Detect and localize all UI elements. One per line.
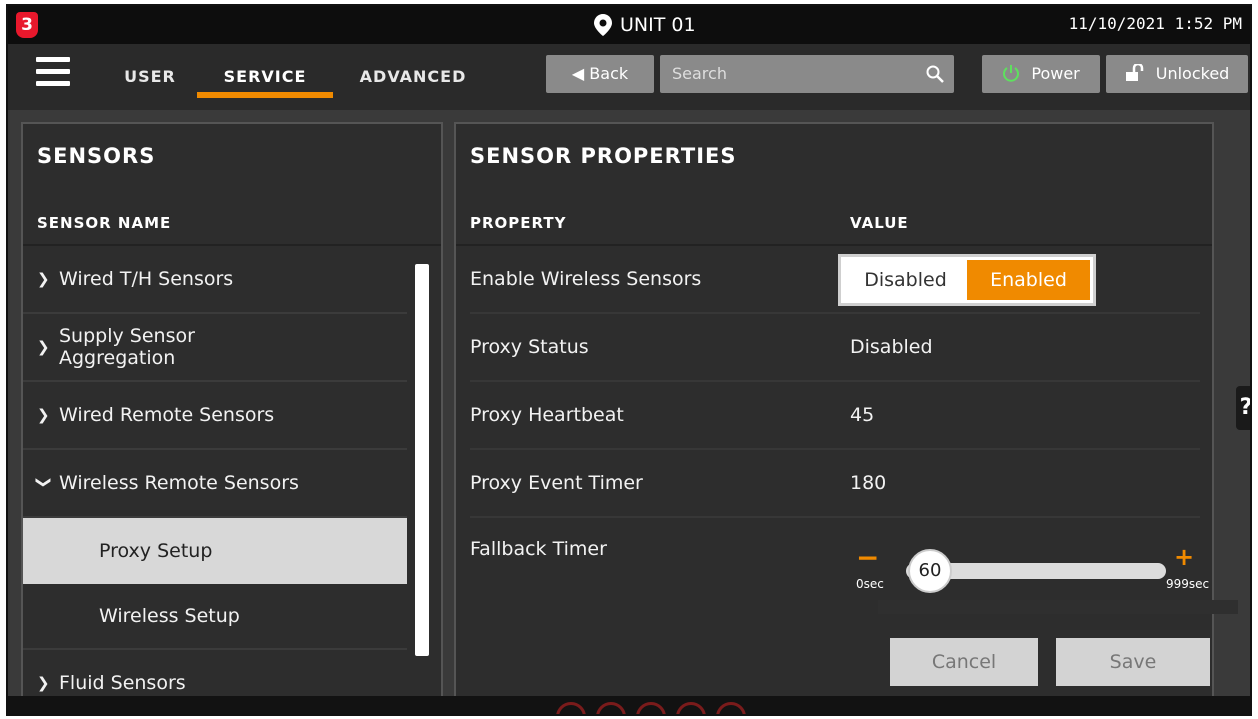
chevron-down-icon: ❯ <box>35 476 53 489</box>
sensor-group-label: Wired T/H Sensors <box>59 268 234 290</box>
slider-max-label: 999sec <box>1166 577 1210 591</box>
sensor-group-wired-remote[interactable]: ❯ Wired Remote Sensors <box>23 382 407 450</box>
lock-button[interactable]: Unlocked <box>1106 55 1248 93</box>
property-name: Proxy Heartbeat <box>470 404 624 426</box>
property-row-proxy-heartbeat: Proxy Heartbeat 45 <box>470 382 1200 450</box>
properties-panel-title: SENSOR PROPERTIES <box>470 144 737 168</box>
unlocked-padlock-icon <box>1125 62 1143 81</box>
property-name: Fallback Timer <box>470 538 607 560</box>
back-arrow-icon: ◀ <box>571 64 585 83</box>
app-screen: 3 UNIT 01 11/10/2021 1:52 PM USER SERVIC… <box>6 4 1252 716</box>
sensor-list: ❯ Wired T/H Sensors ❯ Supply Sensor Aggre… <box>23 246 407 696</box>
property-column-header: PROPERTY <box>470 214 567 232</box>
toggle-option-enabled[interactable]: Enabled <box>967 260 1090 300</box>
datetime-display: 11/10/2021 1:52 PM <box>1068 14 1242 33</box>
tab-service[interactable]: SERVICE <box>197 58 333 98</box>
property-name: Enable Wireless Sensors <box>470 268 702 290</box>
sensor-group-label: Fluid Sensors <box>59 672 186 694</box>
status-bar: 3 UNIT 01 11/10/2021 1:52 PM <box>8 6 1250 44</box>
property-value: 45 <box>850 404 875 426</box>
fallback-timer-slider[interactable]: − 60 + 0sec 999sec <box>856 541 1209 599</box>
brand-logo: 3 <box>16 12 38 38</box>
sensors-panel-title: SENSORS <box>37 144 156 168</box>
unit-label: UNIT 01 <box>620 14 696 36</box>
page-indicator <box>556 702 746 714</box>
power-icon <box>1003 65 1020 82</box>
slider-thumb[interactable]: 60 <box>908 549 952 593</box>
sensor-group-label: Wireless Remote Sensors <box>59 472 299 494</box>
sensor-group-supply-aggregation[interactable]: ❯ Supply Sensor Aggregation <box>23 314 407 382</box>
sensor-subitem-wireless-setup[interactable]: Wireless Setup <box>23 584 407 650</box>
help-icon[interactable]: ? <box>1236 386 1250 430</box>
menu-icon[interactable] <box>36 57 70 87</box>
main-content: SENSORS SENSOR NAME ❯ Wired T/H Sensors … <box>8 110 1250 714</box>
sensor-list-scrollbar[interactable] <box>415 264 429 656</box>
increment-icon[interactable]: + <box>1174 543 1194 571</box>
back-button-label: Back <box>589 64 629 83</box>
indicator-dot <box>716 702 746 714</box>
sensor-group-label: Supply Sensor Aggregation <box>59 325 195 369</box>
navigation-bar: USER SERVICE ADVANCED ◀ Back Search Powe… <box>8 44 1250 110</box>
indicator-dot <box>636 702 666 714</box>
sensor-group-wired-th[interactable]: ❯ Wired T/H Sensors <box>23 246 407 314</box>
sensor-group-label-line2: Aggregation <box>59 347 176 369</box>
sensor-subitem-proxy-setup[interactable]: Proxy Setup <box>23 518 407 584</box>
slider-min-label: 0sec <box>856 577 884 591</box>
indicator-dot <box>676 702 706 714</box>
decorative-bevel-bottom <box>878 600 1238 614</box>
power-button[interactable]: Power <box>982 55 1100 93</box>
sensor-group-label: Wired Remote Sensors <box>59 404 275 426</box>
property-name: Proxy Status <box>470 336 589 358</box>
chevron-right-icon: ❯ <box>37 674 50 692</box>
chevron-right-icon: ❯ <box>37 406 50 424</box>
back-button[interactable]: ◀ Back <box>546 55 654 93</box>
sensors-panel: SENSORS SENSOR NAME ❯ Wired T/H Sensors … <box>21 122 443 698</box>
property-row-proxy-event-timer: Proxy Event Timer 180 <box>470 450 1200 518</box>
chevron-right-icon: ❯ <box>37 338 50 356</box>
value-column-header: VALUE <box>850 214 909 232</box>
power-button-label: Power <box>1031 64 1080 83</box>
property-row-proxy-status: Proxy Status Disabled <box>470 314 1200 382</box>
cancel-button[interactable]: Cancel <box>890 638 1038 686</box>
search-placeholder: Search <box>672 64 727 83</box>
tab-advanced[interactable]: ADVANCED <box>348 58 478 98</box>
save-button[interactable]: Save <box>1056 638 1210 686</box>
tab-user[interactable]: USER <box>116 58 184 98</box>
indicator-dot <box>596 702 626 714</box>
toggle-option-disabled[interactable]: Disabled <box>844 260 967 300</box>
indicator-dot <box>556 702 586 714</box>
unit-indicator: UNIT 01 <box>594 11 696 39</box>
search-icon <box>926 65 944 83</box>
sensor-group-fluid[interactable]: ❯ Fluid Sensors <box>23 650 407 696</box>
enable-wireless-toggle[interactable]: Disabled Enabled <box>838 254 1096 306</box>
search-input[interactable]: Search <box>660 55 954 93</box>
decrement-icon[interactable]: − <box>856 541 879 574</box>
location-pin-icon <box>594 14 612 36</box>
sensor-group-wireless-remote[interactable]: ❯ Wireless Remote Sensors <box>23 450 407 518</box>
sensor-name-column-header: SENSOR NAME <box>37 214 172 232</box>
chevron-right-icon: ❯ <box>37 270 50 288</box>
bottom-bar <box>8 696 1250 714</box>
property-name: Proxy Event Timer <box>470 472 643 494</box>
property-value: Disabled <box>850 336 933 358</box>
lock-button-label: Unlocked <box>1155 64 1230 83</box>
property-value: 180 <box>850 472 887 494</box>
sensor-group-label-line1: Supply Sensor <box>59 325 195 347</box>
